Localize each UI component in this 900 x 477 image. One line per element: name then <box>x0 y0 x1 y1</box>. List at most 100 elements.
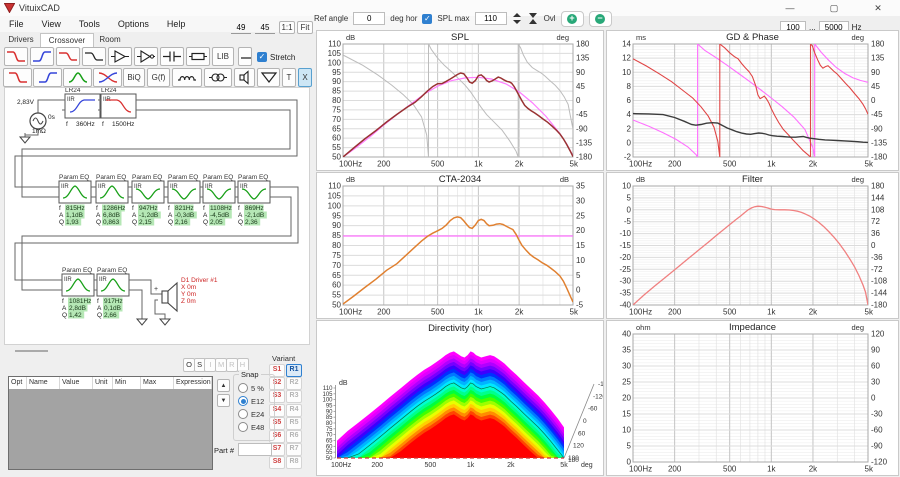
svg-text:2k: 2k <box>507 462 515 469</box>
svg-text:360Hz: 360Hz <box>76 121 95 128</box>
snap-option-E24[interactable]: E24 <box>238 409 264 419</box>
row-up-button[interactable]: ▲ <box>217 379 230 392</box>
radio-5[interactable] <box>238 383 248 393</box>
svg-text:90: 90 <box>332 221 341 230</box>
variant-r5[interactable]: R5 <box>286 417 302 430</box>
svg-text:deg: deg <box>851 175 864 184</box>
snap-option-5[interactable]: 5 % <box>238 383 264 393</box>
ref-angle-input[interactable] <box>353 12 385 25</box>
svg-text:-0,3dB: -0,3dB <box>175 212 194 219</box>
maximize-button[interactable]: ▢ <box>812 0 856 16</box>
variant-s8[interactable]: S8 <box>269 456 285 469</box>
variant-r1[interactable]: R1 <box>286 364 302 377</box>
svg-text:-180: -180 <box>871 301 888 310</box>
svg-text:LR24: LR24 <box>101 88 117 94</box>
biquad-button[interactable]: BiQ <box>123 68 145 87</box>
crossover-schematic[interactable]: 2,83V0s1mΩLR24IIRLR24IIRf360Hzf1500HzPar… <box>4 87 310 345</box>
variant-r6[interactable]: R6 <box>286 430 302 443</box>
part-number-input[interactable] <box>238 443 272 456</box>
row-down-button[interactable]: ▼ <box>217 394 230 407</box>
svg-text:1,1dB: 1,1dB <box>66 212 83 219</box>
svg-text:100: 100 <box>328 201 342 210</box>
svg-text:1108Hz: 1108Hz <box>210 205 232 212</box>
tab-crossover[interactable]: Crossover <box>40 33 94 48</box>
remove-overlay-button[interactable]: − <box>589 11 612 27</box>
wire-tool-button[interactable] <box>238 47 252 66</box>
polarity-invert-button[interactable] <box>257 68 280 87</box>
inductor-button[interactable] <box>172 68 202 87</box>
spinner-up-down-icon[interactable] <box>512 12 522 25</box>
text-tool-button[interactable]: T <box>282 68 296 87</box>
svg-text:75: 75 <box>332 251 341 260</box>
chart-spl: SPLdBdeg11010510095908580757065605550180… <box>316 30 604 171</box>
toolbar-row-1: LIB✓Stretch <box>0 47 313 66</box>
chart-controls-bar: Ref angle deg hor ✓ SPL max Ovl + − <box>314 11 612 26</box>
deg-hor-checkbox[interactable]: ✓ <box>422 14 432 24</box>
variant-r8[interactable]: R8 <box>286 456 302 469</box>
svg-text:Param EQ: Param EQ <box>203 174 233 181</box>
lowpass-filter-icon-button[interactable] <box>4 47 28 66</box>
variant-r7[interactable]: R7 <box>286 443 302 456</box>
radio-E24[interactable] <box>238 409 248 419</box>
delete-tool-button[interactable]: X <box>298 68 312 87</box>
capacitor-icon-button[interactable] <box>160 47 184 66</box>
chart-gd_phase-canvas: GD & Phasemsdeg14121086420-218013590450-… <box>607 31 898 170</box>
svg-text:Z 0m: Z 0m <box>181 298 196 305</box>
svg-text:D1 Driver #1: D1 Driver #1 <box>181 277 218 284</box>
ovl-label: Ovl <box>544 14 556 23</box>
svg-text:IIR: IIR <box>99 277 107 283</box>
lowpass-block-button[interactable] <box>3 68 32 87</box>
wire-tool-glyph <box>239 49 251 64</box>
svg-text:200: 200 <box>371 462 383 469</box>
svg-text:500: 500 <box>425 462 437 469</box>
highpass-filter-icon-button[interactable] <box>30 47 54 66</box>
lowshelf-filter-icon-button[interactable] <box>56 47 80 66</box>
svg-text:30: 30 <box>871 378 880 387</box>
driver-block-button[interactable] <box>234 68 255 87</box>
resistor-icon-button[interactable] <box>186 47 210 66</box>
svg-text:108: 108 <box>871 205 885 214</box>
svg-text:-45: -45 <box>576 110 588 119</box>
svg-text:-72: -72 <box>871 265 883 274</box>
variant-r2[interactable]: R2 <box>286 377 302 390</box>
peak-eq-block-button[interactable] <box>63 68 92 87</box>
minimize-button[interactable]: — <box>768 0 812 16</box>
svg-text:25: 25 <box>576 211 585 220</box>
svg-text:12: 12 <box>622 54 631 63</box>
svg-text:2,36: 2,36 <box>245 219 258 226</box>
optimizer-panel: OSIMRHVariantS1S2S3S4S5S6S7S8R1R2R3R4R5R… <box>0 345 313 477</box>
svg-text:10: 10 <box>622 68 631 77</box>
radio-E48[interactable] <box>238 422 248 432</box>
chart-filter: FilterdBdeg1050-5-10-15-20-25-30-35-4018… <box>606 172 899 319</box>
svg-text:-60: -60 <box>871 426 883 435</box>
toolbar-row-2: BiQG(f) TX <box>0 68 318 87</box>
driver-block-glyph <box>235 70 254 85</box>
tab-drivers[interactable]: Drivers <box>4 33 38 46</box>
variant-r4[interactable]: R4 <box>286 404 302 417</box>
crossover-block-button[interactable] <box>93 68 122 87</box>
radio-E12[interactable] <box>238 396 248 406</box>
snap-option-E48[interactable]: E48 <box>238 422 264 432</box>
snap-option-E12[interactable]: E12 <box>238 396 264 406</box>
series-target <box>343 77 573 157</box>
add-overlay-button[interactable]: + <box>561 11 584 27</box>
shelf-black-icon-button[interactable] <box>82 47 106 66</box>
close-button[interactable]: ✕ <box>856 0 900 16</box>
variant-r3[interactable]: R3 <box>286 390 302 403</box>
table-header-name: Name <box>27 377 60 389</box>
lib-button[interactable]: LIB <box>212 47 234 66</box>
svg-text:-180: -180 <box>576 153 593 162</box>
opamp-icon-button[interactable] <box>134 47 158 66</box>
svg-text:-35: -35 <box>619 289 631 298</box>
svg-text:135: 135 <box>871 54 885 63</box>
spl-max-input[interactable] <box>475 12 507 25</box>
transformer-button[interactable] <box>204 68 232 87</box>
tab-room[interactable]: Room <box>94 33 126 46</box>
hourglass-icon[interactable] <box>527 12 539 25</box>
stretch-checkbox[interactable]: ✓ <box>257 52 267 62</box>
opt-mode-button-r[interactable]: R <box>226 358 238 372</box>
gf-block-button[interactable]: G(f) <box>147 68 170 87</box>
svg-text:5: 5 <box>627 442 632 451</box>
highpass-block-button[interactable] <box>33 68 62 87</box>
buffer-amp-icon-button[interactable] <box>108 47 132 66</box>
